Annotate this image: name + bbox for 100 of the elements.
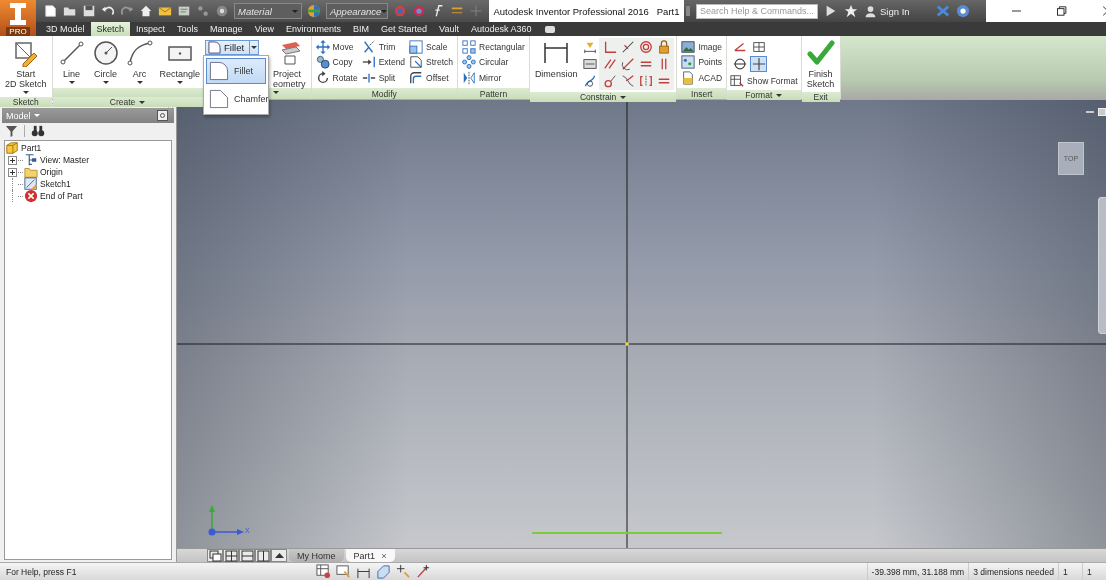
edit-dimension-icon[interactable] xyxy=(336,564,351,579)
undo-icon[interactable] xyxy=(101,4,115,18)
application-menu-button[interactable]: PRO xyxy=(0,0,36,36)
constraint-icon[interactable] xyxy=(416,564,431,579)
ribbon-tab[interactable]: Environments xyxy=(280,22,347,36)
layout-button[interactable] xyxy=(255,549,271,562)
tree-item[interactable]: Origin xyxy=(39,167,63,177)
ribbon-button[interactable]: Circular xyxy=(461,54,526,70)
filter-icon[interactable] xyxy=(5,124,18,138)
help-icon[interactable] xyxy=(955,4,970,18)
ribbon-button[interactable]: Project eometry xyxy=(273,38,309,95)
toggle-button[interactable] xyxy=(731,56,749,72)
ribbon-button[interactable]: Points xyxy=(680,54,724,70)
ribbon-button[interactable]: Finish Sketch xyxy=(803,38,838,90)
ribbon-tab[interactable]: Manage xyxy=(204,22,249,36)
ribbon-button[interactable]: Scale xyxy=(408,39,455,54)
view-representation-icon xyxy=(24,153,38,167)
layout-button[interactable] xyxy=(239,549,255,562)
ribbon-tab[interactable]: Autodesk A360 xyxy=(464,22,538,36)
ribbon-button[interactable]: Start 2D Sketch xyxy=(2,38,50,95)
ribbon-tab[interactable]: Sketch xyxy=(90,22,131,36)
star-icon[interactable] xyxy=(844,4,858,18)
clear-override-icon[interactable] xyxy=(412,4,426,18)
exchange-icon[interactable] xyxy=(935,4,950,18)
layout-button[interactable] xyxy=(271,549,287,562)
ribbon-tab[interactable]: Inspect xyxy=(130,22,172,36)
ribbon-tab[interactable]: View xyxy=(248,22,280,36)
panel-label[interactable]: Create xyxy=(52,97,203,107)
toggle-button[interactable] xyxy=(750,56,768,72)
ribbon-button[interactable]: Arc xyxy=(122,38,157,95)
ribbon-tab[interactable]: Tools xyxy=(171,22,205,36)
home-icon[interactable] xyxy=(139,4,153,18)
constraint-button[interactable] xyxy=(581,56,599,72)
help-icon[interactable] xyxy=(157,110,168,121)
envelope-icon[interactable] xyxy=(158,4,172,18)
ribbon-button[interactable]: Copy xyxy=(314,54,359,70)
ribbon-button[interactable]: Move xyxy=(314,39,359,54)
ribbon-tab[interactable]: Vault xyxy=(433,22,465,36)
constraint-button[interactable] xyxy=(637,39,655,55)
fillet-icon xyxy=(209,61,230,81)
save-icon[interactable] xyxy=(82,4,96,18)
toggle-button[interactable] xyxy=(750,39,768,55)
origin-point xyxy=(625,342,629,346)
panel-label[interactable]: Constrain xyxy=(529,92,677,102)
color-wheel-icon[interactable] xyxy=(215,4,229,18)
color-ball-icon[interactable] xyxy=(307,4,321,18)
ribbon-button[interactable]: Split xyxy=(360,70,407,85)
document-icon xyxy=(681,70,696,85)
ribbon-button[interactable]: Mirror xyxy=(461,70,526,85)
move-point-icon[interactable] xyxy=(396,564,411,579)
ribbon-button[interactable]: Trim xyxy=(360,39,407,54)
ribbon-button[interactable]: Image xyxy=(680,39,724,54)
node-icon[interactable] xyxy=(196,4,210,18)
color-override-icon[interactable] xyxy=(393,4,407,18)
circle-icon xyxy=(91,39,120,67)
search-field[interactable]: Search Help & Commands... xyxy=(696,3,818,19)
binoculars-icon[interactable] xyxy=(31,124,45,138)
minimize-icon[interactable] xyxy=(1086,108,1094,116)
layout-button[interactable] xyxy=(207,549,223,562)
sign-in-button[interactable]: Sign In xyxy=(864,4,910,18)
ribbon-button[interactable]: Circle xyxy=(88,38,123,95)
panel-label: Exit xyxy=(801,92,840,102)
dropdown-button[interactable]: Fillet xyxy=(205,40,260,55)
tree-item[interactable]: View: Master xyxy=(39,155,89,165)
ribbon-button[interactable]: Line xyxy=(54,38,89,95)
symmetric-icon xyxy=(638,74,653,88)
ribbon-tab[interactable]: BIM xyxy=(347,22,376,36)
ribbon-button[interactable]: Rectangle xyxy=(156,38,204,95)
rotate-icon xyxy=(315,70,330,85)
document-tab[interactable]: My Home xyxy=(289,549,344,562)
menu-item[interactable]: Fillet xyxy=(206,58,267,84)
tree-item[interactable]: Part1 xyxy=(20,143,42,153)
new-file-icon[interactable] xyxy=(44,4,58,18)
panel-label[interactable]: Format xyxy=(727,90,801,100)
plane-icon[interactable] xyxy=(376,564,391,579)
ribbon-button[interactable]: Dimension xyxy=(531,38,581,90)
ribbon-button[interactable]: Offset xyxy=(408,70,455,85)
menu-item[interactable]: Chamfer xyxy=(206,86,267,112)
constraint-button[interactable] xyxy=(637,73,655,89)
expand-icon[interactable] xyxy=(8,167,17,177)
redo-icon[interactable] xyxy=(120,4,134,18)
table-icon[interactable] xyxy=(316,564,331,579)
ribbon-button[interactable]: Rotate xyxy=(314,70,359,85)
restore-icon[interactable] xyxy=(1057,6,1067,16)
document-tab[interactable]: Part1 xyxy=(345,549,396,562)
ribbon-button[interactable]: Show Format xyxy=(729,73,799,88)
layout-button[interactable] xyxy=(223,549,239,562)
dropdown-arrow[interactable] xyxy=(249,41,259,54)
expand-icon[interactable] xyxy=(8,155,17,165)
ribbon-tab[interactable]: Get Started xyxy=(375,22,434,36)
ribbon-button[interactable]: Extend xyxy=(360,54,407,70)
status-text: For Help, press F1 xyxy=(5,566,78,577)
ribbon-button[interactable]: Stretch xyxy=(408,54,455,70)
tree-item[interactable]: End of Part xyxy=(39,191,83,201)
ribbon-button[interactable]: Rectangular xyxy=(461,39,526,54)
measure-icon[interactable] xyxy=(177,4,191,18)
subscription-icon[interactable] xyxy=(824,4,838,18)
ribbon-button[interactable]: ACAD xyxy=(680,70,724,85)
tree-item[interactable]: Sketch1 xyxy=(39,179,71,189)
ribbon-tab[interactable]: 3D Model xyxy=(40,22,91,36)
